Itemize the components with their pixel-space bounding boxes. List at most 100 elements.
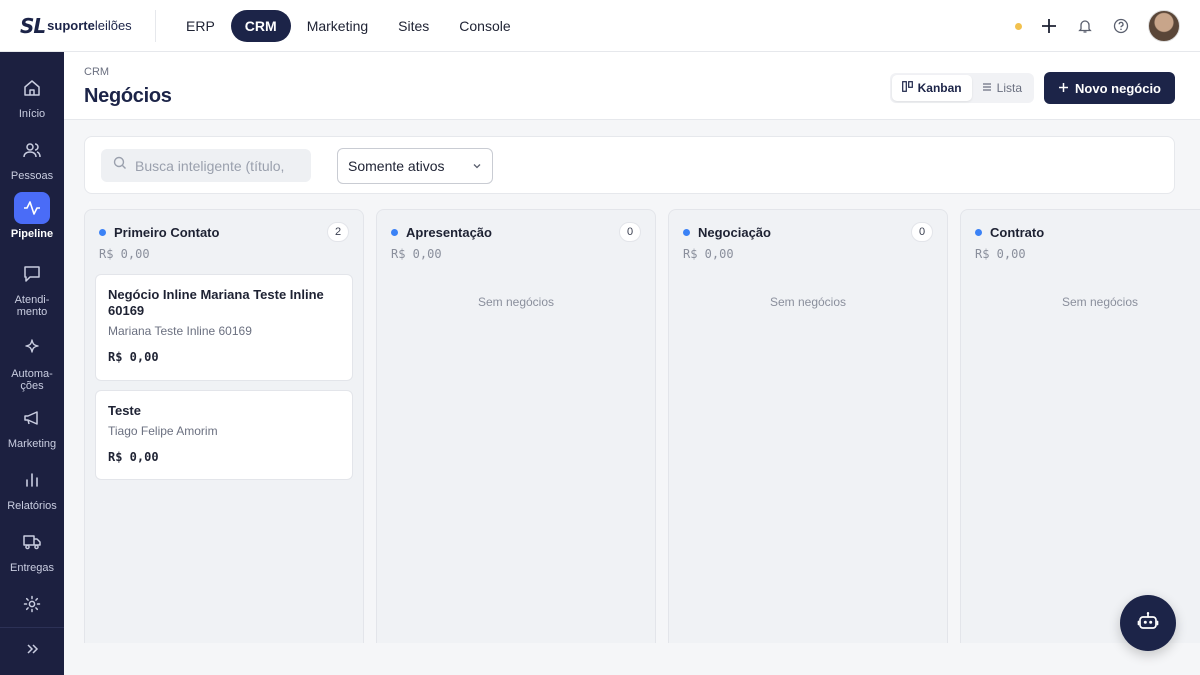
search-box[interactable] <box>101 149 311 182</box>
deal-contact: Mariana Teste Inline 60169 <box>108 324 252 338</box>
status-indicator <box>1015 22 1022 30</box>
activity-icon <box>14 192 50 224</box>
assistant-button[interactable] <box>1120 595 1176 651</box>
empty-column-message: Sem negócios <box>769 295 847 309</box>
view-list-label: Lista <box>996 81 1022 95</box>
deal-card[interactable]: Teste Tiago Felipe Amorim R$ 0,00 <box>95 390 353 480</box>
kanban-column: Apresentação 0 R$ 0,00 Sem negócios <box>376 209 656 643</box>
column-title: Apresentação <box>406 225 492 240</box>
truck-icon <box>14 526 50 558</box>
home-icon <box>14 72 50 104</box>
deal-value: R$ 0,00 <box>108 350 159 364</box>
column-title: Contrato <box>990 225 1045 240</box>
column-header: Negociação <box>683 225 771 240</box>
column-total: R$ 0,00 <box>99 247 150 261</box>
deal-value: R$ 0,00 <box>108 450 159 464</box>
new-deal-button[interactable]: Novo negócio <box>1044 72 1175 104</box>
sidebar-label: Início <box>18 108 46 120</box>
view-kanban-button[interactable]: Kanban <box>891 75 972 101</box>
filter-bar: Somente ativos <box>84 136 1175 194</box>
kanban-column: Primeiro Contato 2 R$ 0,00 Negócio Inlin… <box>84 209 364 643</box>
chevron-down-icon <box>472 158 482 174</box>
logo-mark: SL <box>20 13 46 38</box>
deal-contact: Tiago Felipe Amorim <box>108 424 218 438</box>
topnav-marketing[interactable]: Marketing <box>293 10 382 42</box>
sidebar: Início Pessoas Pipeline Atendi- mento Au… <box>0 52 64 675</box>
top-actions <box>1015 10 1180 42</box>
sidebar-label: Relatórios <box>7 500 57 512</box>
deal-title: Teste <box>108 403 141 418</box>
status-filter-value: Somente ativos <box>348 158 445 174</box>
chevrons-right-icon <box>25 642 39 661</box>
column-count-badge: 2 <box>327 222 349 242</box>
sidebar-item-relatorios[interactable]: Relatórios <box>0 464 64 512</box>
sidebar-item-automacoes[interactable]: Automa- ções <box>0 332 64 392</box>
sidebar-label: Pessoas <box>10 170 54 182</box>
sidebar-item-entregas[interactable]: Entregas <box>0 526 64 574</box>
kanban-column: Contrato R$ 0,00 Sem negócios <box>960 209 1200 643</box>
column-header: Contrato <box>975 225 1044 240</box>
topnav-crm[interactable]: CRM <box>230 9 291 42</box>
sidebar-item-inicio[interactable]: Início <box>0 72 64 120</box>
kanban-icon <box>901 81 913 95</box>
empty-column-message: Sem negócios <box>1061 295 1139 309</box>
users-icon <box>14 134 50 166</box>
megaphone-icon <box>14 402 50 434</box>
column-header: Apresentação <box>391 225 492 240</box>
new-deal-label: Novo negócio <box>1075 80 1161 96</box>
bell-icon[interactable] <box>1076 17 1094 35</box>
topnav-erp[interactable]: ERP <box>172 10 229 42</box>
top-nav: ERP CRM Marketing Sites Console <box>172 9 525 42</box>
column-count-badge: 0 <box>911 222 933 242</box>
status-filter-select[interactable]: Somente ativos <box>337 148 493 184</box>
page-title: Negócios <box>84 85 172 107</box>
kanban-column: Negociação 0 R$ 0,00 Sem negócios <box>668 209 948 643</box>
sidebar-item-settings[interactable] <box>0 588 64 620</box>
column-total: R$ 0,00 <box>975 247 1026 261</box>
robot-icon <box>1137 610 1159 637</box>
deal-title: Negócio Inline Mariana Teste Inline 6016… <box>108 287 324 318</box>
column-total: R$ 0,00 <box>683 247 734 261</box>
empty-column-message: Sem negócios <box>477 295 555 309</box>
breadcrumb[interactable]: CRM <box>84 66 109 78</box>
view-kanban-label: Kanban <box>917 81 962 95</box>
brand-logo[interactable]: SL suporteleilões <box>0 9 156 42</box>
sidebar-item-pessoas[interactable]: Pessoas <box>0 134 64 182</box>
view-toggle: Kanban Lista <box>889 73 1034 103</box>
top-bar: SL suporteleilões ERP CRM Marketing Site… <box>0 0 1200 52</box>
plus-icon[interactable] <box>1040 17 1058 35</box>
sparkle-icon <box>14 332 50 364</box>
sidebar-item-marketing[interactable]: Marketing <box>0 402 64 450</box>
sidebar-expand-button[interactable] <box>0 627 64 675</box>
sidebar-label: Atendi- mento <box>14 294 50 318</box>
list-icon <box>982 81 992 95</box>
sidebar-label: Marketing <box>7 438 57 450</box>
help-icon[interactable] <box>1112 17 1130 35</box>
view-list-button[interactable]: Lista <box>972 75 1032 101</box>
gear-icon <box>14 588 50 620</box>
stage-dot <box>683 229 690 236</box>
column-title: Primeiro Contato <box>114 225 220 240</box>
column-header: Primeiro Contato <box>99 225 219 240</box>
column-count-badge: 0 <box>619 222 641 242</box>
sidebar-item-pipeline[interactable]: Pipeline <box>0 192 64 240</box>
page-header: CRM Negócios Kanban Lista Novo negócio <box>64 52 1200 120</box>
sidebar-label: Automa- ções <box>11 368 53 392</box>
user-avatar[interactable] <box>1148 10 1180 42</box>
chat-icon <box>14 258 50 290</box>
topnav-sites[interactable]: Sites <box>384 10 443 42</box>
stage-dot <box>391 229 398 236</box>
kanban-board: Primeiro Contato 2 R$ 0,00 Negócio Inlin… <box>84 209 1200 643</box>
column-title: Negociação <box>698 225 771 240</box>
sidebar-label: Pipeline <box>10 228 54 240</box>
stage-dot <box>975 229 982 236</box>
sidebar-label: Entregas <box>9 562 55 574</box>
topnav-console[interactable]: Console <box>445 10 524 42</box>
stage-dot <box>99 229 106 236</box>
plus-icon <box>1058 81 1069 96</box>
search-input[interactable] <box>135 157 295 174</box>
deal-card[interactable]: Negócio Inline Mariana Teste Inline 6016… <box>95 274 353 381</box>
logo-text: suporteleilões <box>47 18 132 33</box>
bar-chart-icon <box>14 464 50 496</box>
sidebar-item-atendimento[interactable]: Atendi- mento <box>0 258 64 318</box>
